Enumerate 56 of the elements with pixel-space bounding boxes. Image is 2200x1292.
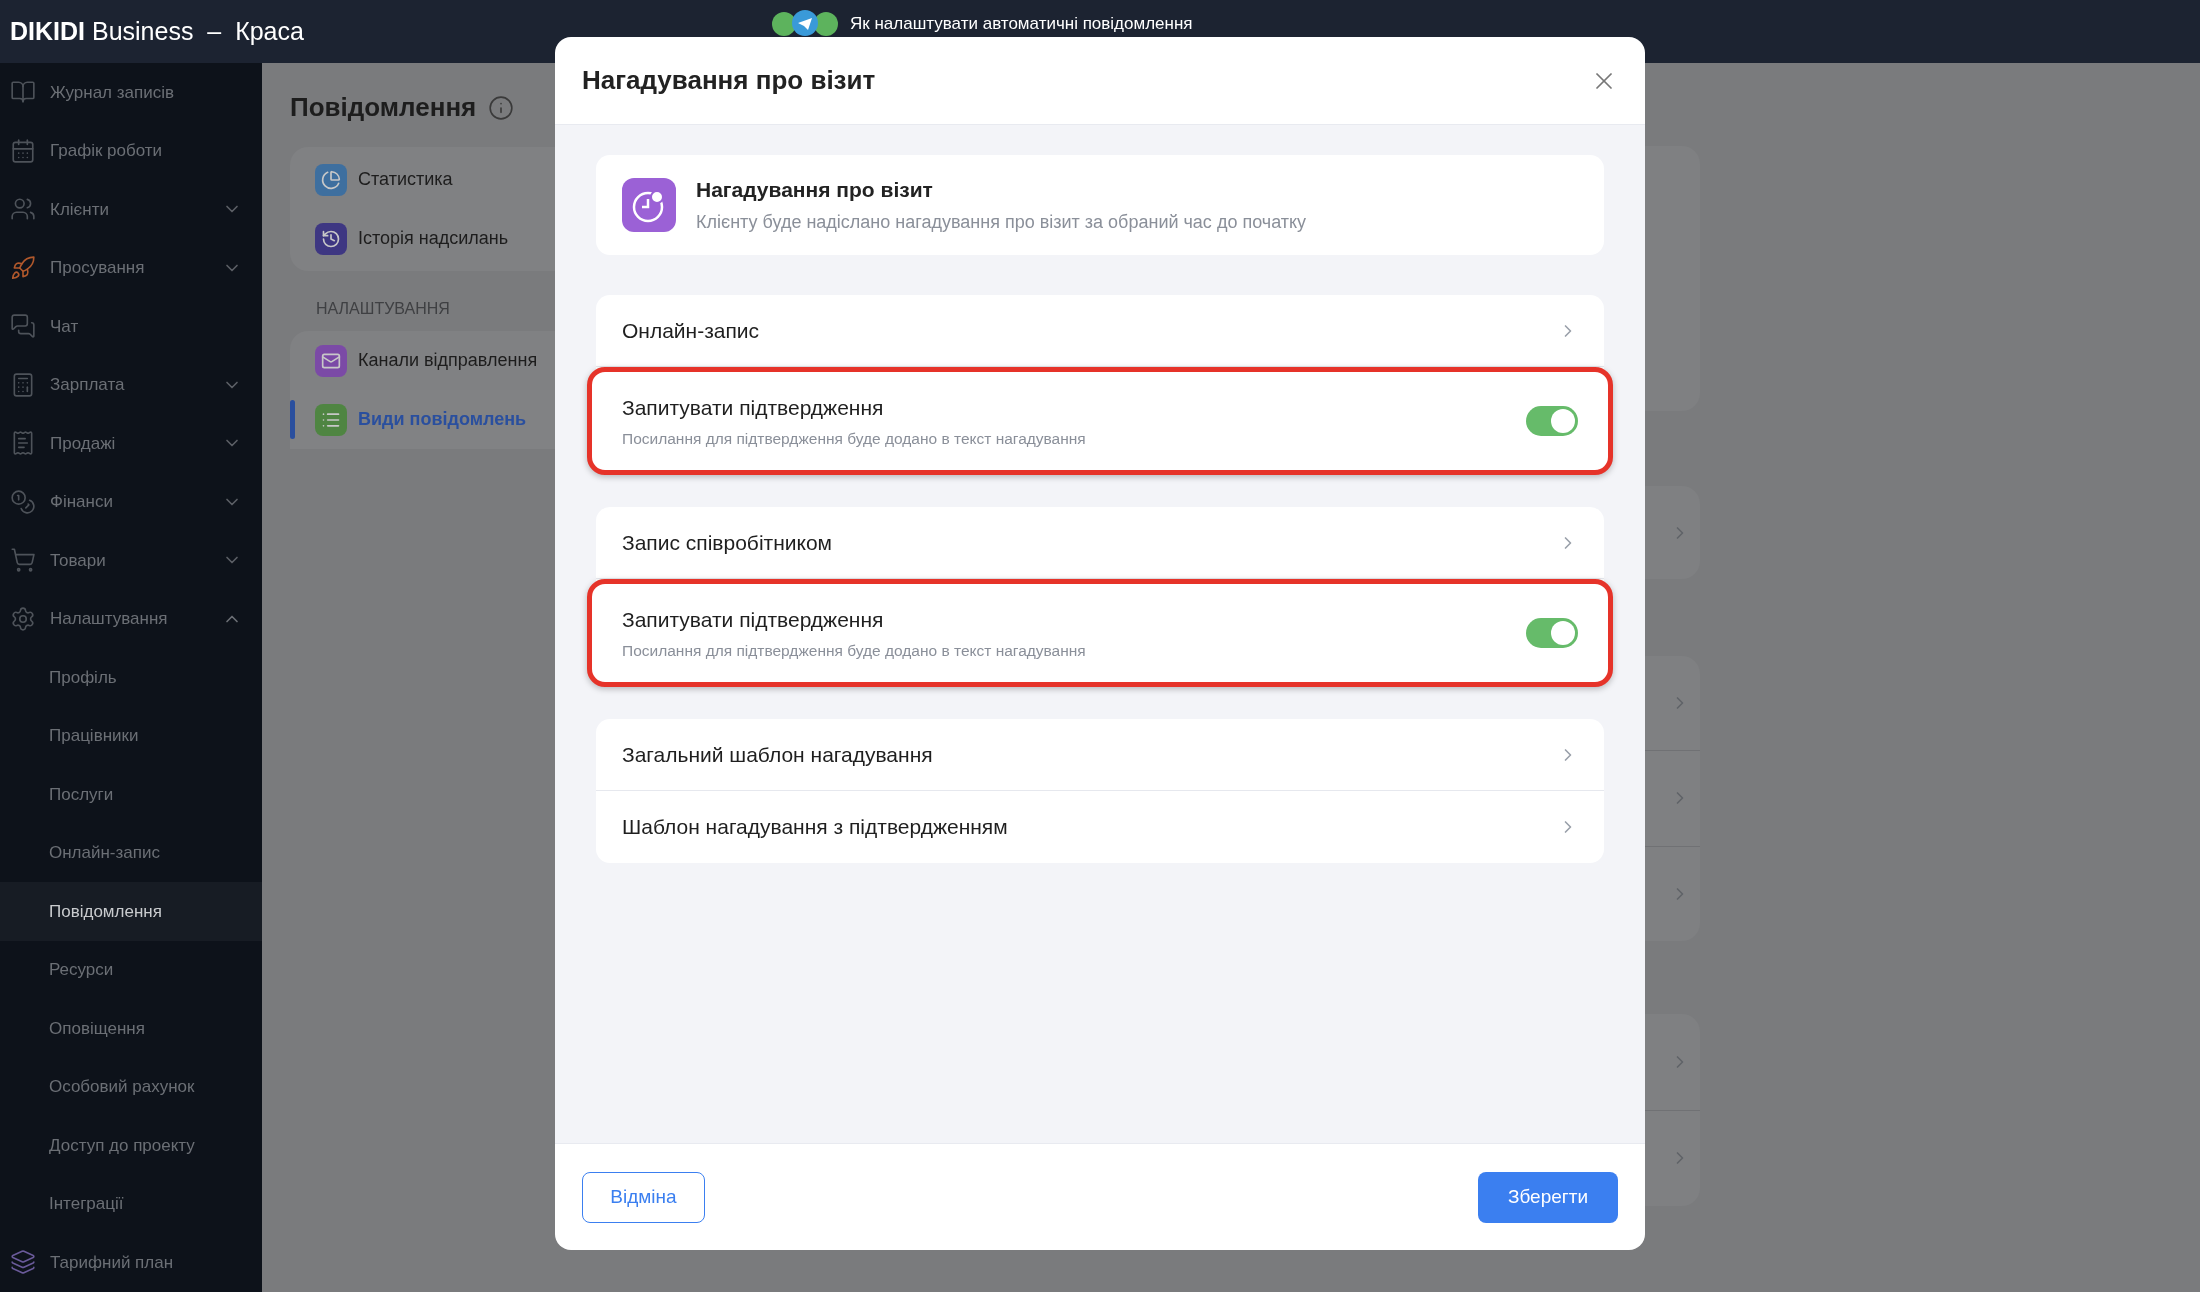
menu-item[interactable]: Історія надсилань [290, 209, 555, 268]
save-button[interactable]: Зберегти [1478, 1171, 1618, 1223]
settings-row[interactable]: Шаблон нагадування з підтвердженням [596, 791, 1604, 863]
sidebar-item[interactable]: Фінанси [0, 472, 262, 531]
sidebar-item[interactable]: Повідомлення [0, 882, 262, 941]
chat-icon [10, 313, 36, 340]
sidebar-item[interactable]: Чат [0, 297, 262, 356]
sidebar-item[interactable]: Журнал записів [0, 63, 262, 122]
layers-icon [10, 1249, 36, 1276]
selection-bar [290, 400, 295, 439]
help-banner-link[interactable]: Як налаштувати автоматичні повідомлення [850, 11, 1193, 37]
rocket-icon [10, 254, 36, 281]
info-description: Клієнту буде надіслано нагадування про візит за обраний час до початку [696, 211, 1307, 235]
menu-item[interactable]: Статистика [290, 150, 555, 209]
sidebar-item[interactable]: Клієнти [0, 180, 262, 239]
sidebar-item[interactable]: Налаштування [0, 589, 262, 648]
sidebar-item[interactable]: Тарифний план [0, 1233, 262, 1292]
toggle-description: Посилання для підтвердження буде додано в текст нагадування [622, 641, 1087, 662]
info-icon[interactable] [488, 94, 515, 121]
sidebar-item[interactable]: Ресурси [0, 940, 262, 999]
app-title: DIKIDI Business – Краса [10, 15, 305, 47]
page-title: Повідомлення [290, 91, 477, 124]
sidebar-item[interactable]: Доступ до проекту [0, 1116, 262, 1175]
sidebar-item[interactable]: Зарплата [0, 355, 262, 414]
list-icon [315, 403, 347, 436]
toggle-switch[interactable] [1526, 618, 1578, 648]
settings-row[interactable]: Загальний шаблон нагадування [596, 719, 1604, 791]
toggle-label: Запитувати підтвердження [622, 606, 885, 633]
sidebar-item[interactable]: Інтеграції [0, 1174, 262, 1233]
clock-icon [622, 178, 676, 232]
sidebar-item[interactable]: Онлайн-запис [0, 823, 262, 882]
users-icon [10, 196, 36, 223]
pie-chart-icon [315, 163, 347, 196]
sidebar-item[interactable]: Просування [0, 238, 262, 297]
mail-icon [315, 344, 347, 377]
menu-item[interactable]: Канали відправлення [290, 331, 555, 390]
info-title: Нагадування про візит [696, 176, 934, 203]
modal-title: Нагадування про візит [582, 64, 877, 97]
toggle-switch[interactable] [1526, 406, 1578, 436]
sidebar-item[interactable]: Особовий рахунок [0, 1057, 262, 1116]
sidebar-item[interactable]: Оповіщення [0, 999, 262, 1058]
coins-icon [10, 488, 36, 515]
cart-icon [10, 547, 36, 574]
toggle-label: Запитувати підтвердження [622, 394, 885, 421]
sidebar-item[interactable]: Працівники [0, 706, 262, 765]
section-heading: НАЛАШТУВАННЯ [316, 299, 451, 319]
sidebar-item[interactable]: Профіль [0, 648, 262, 707]
cancel-button[interactable]: Відміна [582, 1171, 705, 1223]
sidebar-item[interactable]: Товари [0, 531, 262, 590]
sidebar-item[interactable]: Графік роботи [0, 121, 262, 180]
settings-icon [10, 605, 36, 632]
sidebar-item[interactable]: Продажі [0, 414, 262, 473]
calendar-icon [10, 137, 36, 164]
history-icon [315, 222, 347, 255]
toggle-description: Посилання для підтвердження буде додано в текст нагадування [622, 429, 1087, 450]
sidebar-item[interactable]: Послуги [0, 765, 262, 824]
